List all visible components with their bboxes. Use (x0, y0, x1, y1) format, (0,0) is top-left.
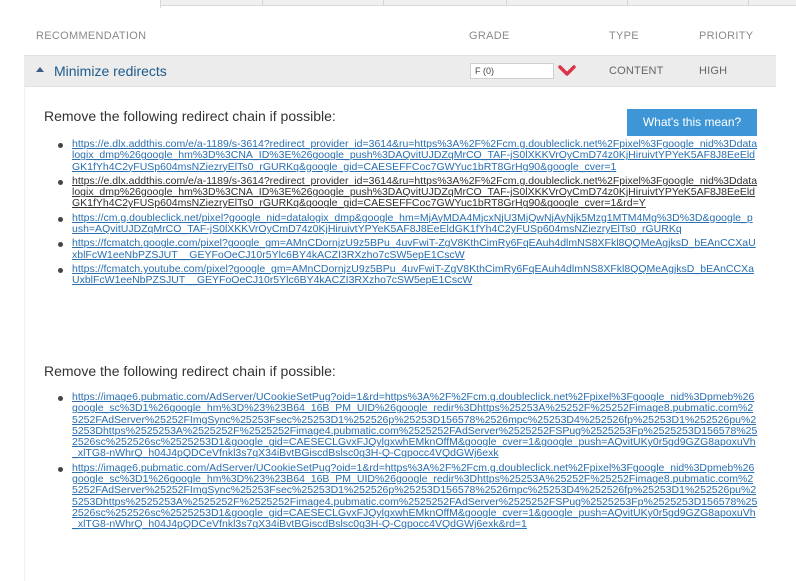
redirect-chain-heading-1: Remove the following redirect chain if p… (44, 108, 336, 124)
column-header-priority: PRIORITY (699, 30, 754, 42)
priority-value: HIGH (699, 65, 728, 77)
redirect-chain-heading-2: Remove the following redirect chain if p… (44, 363, 336, 379)
redirect-chain-list-1: https://e.dlx.addthis.com/e/a-1189/s-361… (56, 138, 758, 287)
redirect-link[interactable]: https://e.dlx.addthis.com/e/a-1189/s-361… (72, 175, 757, 210)
redirect-link[interactable]: https://fcmatch.google.com/pixel?google_… (72, 237, 756, 261)
list-item: https://cm.g.doubleclick.net/pixel?googl… (56, 212, 758, 236)
recommendation-row[interactable]: Minimize redirects F (0) CONTENT HIGH (24, 55, 776, 87)
redirect-link[interactable]: https://image6.pubmatic.com/AdServer/UCo… (72, 462, 757, 530)
list-item: https://fcmatch.youtube.com/pixel?google… (56, 263, 758, 287)
whats-this-mean-button[interactable]: What's this mean? (627, 109, 757, 136)
grade-chevron-down-icon (558, 65, 576, 76)
collapse-caret-icon[interactable] (36, 67, 44, 72)
list-item: https://image6.pubmatic.com/AdServer/UCo… (56, 391, 758, 460)
type-value: CONTENT (609, 65, 664, 77)
redirect-link[interactable]: https://e.dlx.addthis.com/e/a-1189/s-361… (72, 138, 757, 173)
grade-value: F (0) (470, 63, 554, 79)
list-item: https://image6.pubmatic.com/AdServer/UCo… (56, 462, 758, 531)
table-header: RECOMMENDATION GRADE TYPE PRIORITY (24, 30, 776, 48)
list-item: https://fcmatch.google.com/pixel?google_… (56, 238, 758, 261)
tab-strip-bar (160, 0, 796, 6)
redirect-link[interactable]: https://image6.pubmatic.com/AdServer/UCo… (72, 391, 757, 459)
list-item: https://e.dlx.addthis.com/e/a-1189/s-361… (56, 175, 758, 210)
redirect-link[interactable]: https://cm.g.doubleclick.net/pixel?googl… (72, 212, 753, 235)
redirect-link[interactable]: https://fcmatch.youtube.com/pixel?google… (72, 263, 754, 286)
recommendation-title[interactable]: Minimize redirects (54, 63, 167, 79)
list-item: https://e.dlx.addthis.com/e/a-1189/s-361… (56, 138, 758, 173)
column-header-grade: GRADE (469, 30, 510, 42)
column-header-recommendation: RECOMMENDATION (36, 30, 147, 42)
column-header-type: TYPE (609, 30, 639, 42)
top-tab-strip (0, 0, 796, 8)
redirect-chain-list-2: https://image6.pubmatic.com/AdServer/UCo… (56, 391, 758, 531)
